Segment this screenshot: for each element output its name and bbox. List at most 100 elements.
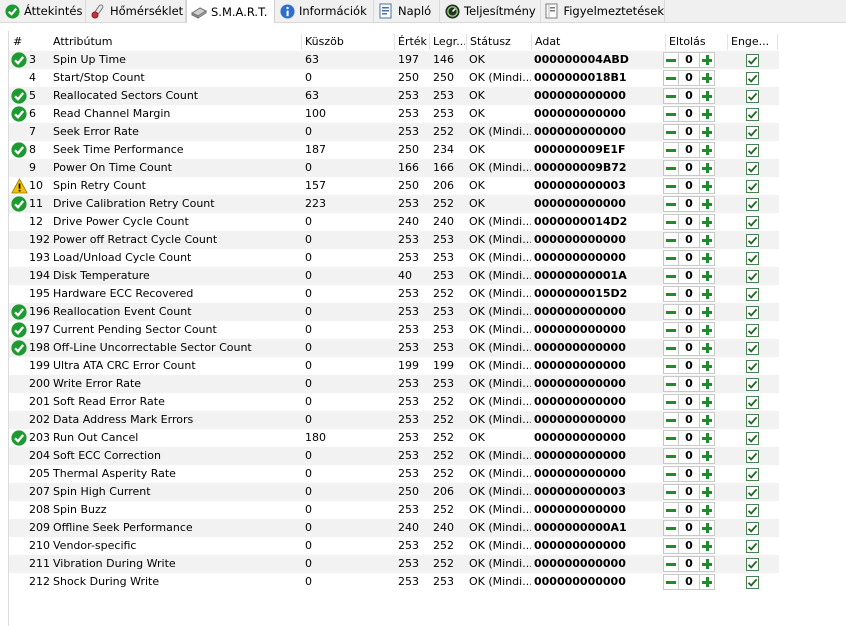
increment-button[interactable] [699, 88, 715, 104]
increment-button[interactable] [699, 214, 715, 230]
offset-value[interactable]: 0 [679, 520, 699, 536]
increment-button[interactable] [699, 376, 715, 392]
offset-value[interactable]: 0 [679, 466, 699, 482]
increment-button[interactable] [699, 556, 715, 572]
enabled-checkbox[interactable] [746, 378, 759, 391]
decrement-button[interactable] [663, 376, 679, 392]
offset-value[interactable]: 0 [679, 250, 699, 266]
increment-button[interactable] [699, 250, 715, 266]
offset-value[interactable]: 0 [679, 124, 699, 140]
table-row[interactable]: 196 Reallocation Event Count 0 253 253 OK (Mi… [9, 303, 779, 321]
table-row[interactable]: 204 Soft ECC Correction 0 253 252 OK (Mindi..… [9, 447, 779, 465]
increment-button[interactable] [699, 124, 715, 140]
offset-value[interactable]: 0 [679, 286, 699, 302]
table-row[interactable]: 207 Spin High Current 0 250 206 OK (Mindi... 0… [9, 483, 779, 501]
tab-overview[interactable]: Áttekintés [0, 0, 86, 22]
table-row[interactable]: 4 Start/Stop Count 0 250 250 OK (Mindi... 0000… [9, 69, 779, 87]
enabled-checkbox[interactable] [746, 342, 759, 355]
table-row[interactable]: 7 Seek Error Rate 0 253 252 OK (Mindi... 00000… [9, 123, 779, 141]
offset-value[interactable]: 0 [679, 430, 699, 446]
table-row[interactable]: 197 Current Pending Sector Count 0 253 253 OK… [9, 321, 779, 339]
enabled-checkbox[interactable] [746, 180, 759, 193]
increment-button[interactable] [699, 52, 715, 68]
table-row[interactable]: 195 Hardware ECC Recovered 0 253 252 OK (Mind… [9, 285, 779, 303]
offset-value[interactable]: 0 [679, 160, 699, 176]
offset-value[interactable]: 0 [679, 358, 699, 374]
enabled-checkbox[interactable] [746, 558, 759, 571]
offset-value[interactable]: 0 [679, 574, 699, 590]
col-header-enabled[interactable]: Enge... [731, 35, 771, 49]
decrement-button[interactable] [663, 520, 679, 536]
table-row[interactable]: 10 Spin Retry Count 157 250 206 OK 00000000000… [9, 177, 779, 195]
enabled-checkbox[interactable] [746, 486, 759, 499]
offset-value[interactable]: 0 [679, 52, 699, 68]
increment-button[interactable] [699, 70, 715, 86]
offset-value[interactable]: 0 [679, 322, 699, 338]
decrement-button[interactable] [663, 124, 679, 140]
enabled-checkbox[interactable] [746, 450, 759, 463]
table-row[interactable]: 208 Spin Buzz 0 253 252 OK (Mindi... 000000000… [9, 501, 779, 519]
increment-button[interactable] [699, 520, 715, 536]
table-row[interactable]: 201 Soft Read Error Rate 0 253 252 OK (Mindi.… [9, 393, 779, 411]
decrement-button[interactable] [663, 484, 679, 500]
offset-value[interactable]: 0 [679, 502, 699, 518]
increment-button[interactable] [699, 340, 715, 356]
col-header-worst[interactable]: Legr... [433, 35, 465, 49]
offset-value[interactable]: 0 [679, 232, 699, 248]
table-row[interactable]: 203 Run Out Cancel 180 253 252 OK 000000000000… [9, 429, 779, 447]
offset-value[interactable]: 0 [679, 142, 699, 158]
table-row[interactable]: 3 Spin Up Time 63 197 146 OK 000000004ABD 0 [9, 51, 779, 69]
enabled-checkbox[interactable] [746, 540, 759, 553]
enabled-checkbox[interactable] [746, 234, 759, 247]
col-header-data[interactable]: Adat [535, 35, 655, 49]
increment-button[interactable] [699, 286, 715, 302]
decrement-button[interactable] [663, 88, 679, 104]
enabled-checkbox[interactable] [746, 270, 759, 283]
tab-information[interactable]: Információk [275, 0, 374, 22]
increment-button[interactable] [699, 412, 715, 428]
increment-button[interactable] [699, 394, 715, 410]
table-row[interactable]: 209 Offline Seek Performance 0 240 240 OK (Mi… [9, 519, 779, 537]
increment-button[interactable] [699, 304, 715, 320]
enabled-checkbox[interactable] [746, 522, 759, 535]
enabled-checkbox[interactable] [746, 576, 759, 589]
enabled-checkbox[interactable] [746, 396, 759, 409]
enabled-checkbox[interactable] [746, 288, 759, 301]
table-row[interactable]: 211 Vibration During Write 0 253 252 OK (Mind… [9, 555, 779, 573]
col-header-threshold[interactable]: Küszöb [305, 35, 385, 49]
decrement-button[interactable] [663, 52, 679, 68]
increment-button[interactable] [699, 268, 715, 284]
offset-value[interactable]: 0 [679, 556, 699, 572]
decrement-button[interactable] [663, 430, 679, 446]
table-row[interactable]: 199 Ultra ATA CRC Error Count 0 199 199 OK (M… [9, 357, 779, 375]
table-row[interactable]: 6 Read Channel Margin 100 253 253 OK 000000000… [9, 105, 779, 123]
increment-button[interactable] [699, 232, 715, 248]
table-row[interactable]: 212 Shock During Write 0 253 253 OK (Mindi...… [9, 573, 779, 591]
table-row[interactable]: 193 Load/Unload Cycle Count 0 253 253 OK (Min… [9, 249, 779, 267]
col-header-offset[interactable]: Eltolás [669, 35, 719, 49]
decrement-button[interactable] [663, 340, 679, 356]
decrement-button[interactable] [663, 286, 679, 302]
tab-log[interactable]: Napló [374, 0, 440, 22]
decrement-button[interactable] [663, 394, 679, 410]
enabled-checkbox[interactable] [746, 198, 759, 211]
offset-value[interactable]: 0 [679, 70, 699, 86]
table-row[interactable]: 200 Write Error Rate 0 253 253 OK (Mindi... 00… [9, 375, 779, 393]
increment-button[interactable] [699, 358, 715, 374]
offset-value[interactable]: 0 [679, 412, 699, 428]
decrement-button[interactable] [663, 250, 679, 266]
decrement-button[interactable] [663, 358, 679, 374]
decrement-button[interactable] [663, 178, 679, 194]
table-row[interactable]: 5 Reallocated Sectors Count 63 253 253 OK 0000… [9, 87, 779, 105]
tab-performance[interactable]: Teljesítmény [440, 0, 541, 22]
increment-button[interactable] [699, 484, 715, 500]
enabled-checkbox[interactable] [746, 306, 759, 319]
table-row[interactable]: 205 Thermal Asperity Rate 0 253 252 OK (Mindi… [9, 465, 779, 483]
decrement-button[interactable] [663, 412, 679, 428]
enabled-checkbox[interactable] [746, 432, 759, 445]
offset-value[interactable]: 0 [679, 214, 699, 230]
table-row[interactable]: 12 Drive Power Cycle Count 0 240 240 OK (Mind… [9, 213, 779, 231]
increment-button[interactable] [699, 322, 715, 338]
decrement-button[interactable] [663, 268, 679, 284]
offset-value[interactable]: 0 [679, 304, 699, 320]
